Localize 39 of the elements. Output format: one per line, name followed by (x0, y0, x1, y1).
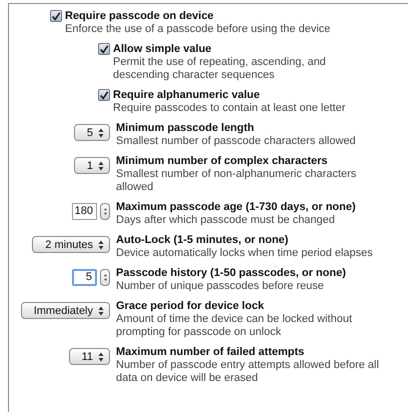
setting-title: Maximum number of failed attempts (116, 346, 306, 359)
up-down-arrows-icon (98, 306, 104, 316)
setting-title: Require alphanumeric value (113, 89, 261, 102)
checkbox[interactable] (50, 10, 62, 22)
setting-description: Enforce the use of a passcode before using the device (65, 23, 332, 36)
setting-title: Allow simple value (113, 43, 212, 56)
up-down-arrows-icon (98, 128, 104, 138)
popup-button[interactable]: 1 (74, 157, 110, 174)
setting-description: Device automatically locks when time period elapses (116, 247, 374, 260)
stepper-control[interactable] (100, 269, 110, 286)
up-down-arrows-icon (98, 160, 104, 170)
setting-description: Amount of time the device can be locked without prompting for passcode on unlock (116, 313, 354, 339)
number-field[interactable]: 180 (72, 203, 97, 220)
setting-description: Permit the use of repeating, ascending, and descending character sequences (113, 56, 327, 82)
setting-title: Require passcode on device (65, 10, 215, 23)
stepper-control[interactable] (100, 203, 110, 220)
up-down-arrows-icon (98, 240, 104, 250)
setting-title: Minimum number of complex characters (116, 155, 328, 168)
checkbox[interactable] (98, 43, 110, 55)
checkbox[interactable] (98, 89, 110, 101)
up-down-arrows-icon (102, 207, 108, 216)
popup-button[interactable]: 2 minutes (32, 236, 110, 253)
setting-title: Auto-Lock (1-5 minutes, or none) (116, 234, 290, 247)
setting-title: Minimum passcode length (116, 122, 256, 135)
setting-description: Smallest number of non-alphanumeric characters allowed (116, 168, 358, 194)
setting-description: Smallest number of passcode characters allowed (116, 135, 357, 148)
popup-button[interactable]: 11 (68, 348, 110, 365)
setting-title: Maximum passcode age (1-730 days, or none) (116, 201, 357, 214)
up-down-arrows-icon (102, 273, 108, 282)
setting-title: Passcode history (1-50 passcodes, or none) (116, 267, 347, 280)
setting-description: Require passcodes to contain at least one letter (113, 102, 346, 115)
setting-description: Number of unique passcodes before reuse (116, 280, 325, 293)
up-down-arrows-icon (98, 352, 104, 362)
setting-description: Days after which passcode must be changed (116, 214, 336, 227)
setting-description: Number of passcode entry attempts allowed before all data on device will be erased (116, 359, 380, 385)
number-field[interactable]: 5 (72, 269, 97, 286)
popup-button[interactable]: Immediately (20, 302, 110, 319)
setting-title: Grace period for device lock (116, 300, 265, 313)
popup-button[interactable]: 5 (74, 124, 110, 141)
